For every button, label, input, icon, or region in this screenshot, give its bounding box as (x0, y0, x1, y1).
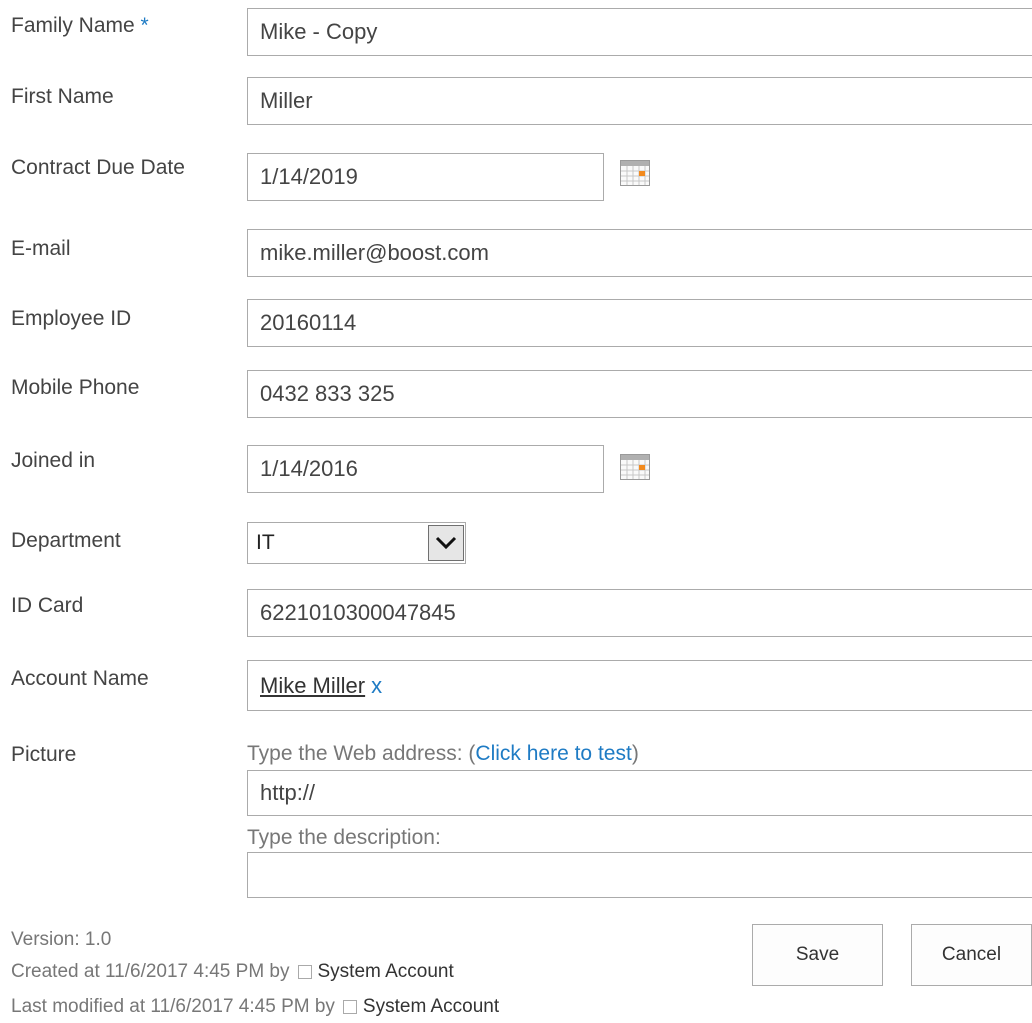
employee-id-input[interactable]: 20160114 (247, 299, 1032, 347)
picture-url-input[interactable]: http:// (247, 770, 1032, 816)
employee-id-value: 20160114 (260, 310, 357, 335)
first-name-input[interactable]: Miller (247, 77, 1032, 125)
picture-label: Picture (11, 743, 77, 766)
modified-text: Last modified at 11/6/2017 4:45 PM by (11, 996, 335, 1017)
resolved-user-link[interactable]: Mike Miller (260, 673, 365, 699)
family-name-input[interactable]: Mike - Copy (247, 8, 1032, 56)
modified-info: Last modified at 11/6/2017 4:45 PM by Sys… (11, 996, 499, 1018)
presence-checkbox-icon (342, 1000, 357, 1014)
created-text: Created at 11/6/2017 4:45 PM by (11, 961, 290, 982)
description-prompt: Type the description: (247, 826, 441, 849)
id-card-label: ID Card (11, 594, 84, 617)
mobile-phone-value: 0432 833 325 (260, 381, 395, 406)
email-label: E-mail (11, 237, 71, 260)
first-name-label: First Name (11, 85, 114, 108)
created-info: Created at 11/6/2017 4:45 PM by System Ac… (11, 961, 454, 983)
department-select[interactable]: IT (247, 522, 466, 564)
click-here-to-test-link[interactable]: Click here to test (475, 742, 631, 765)
mobile-phone-input[interactable]: 0432 833 325 (247, 370, 1032, 418)
joined-in-value: 1/14/2016 (260, 456, 358, 481)
department-label: Department (11, 529, 121, 552)
save-button[interactable]: Save (752, 924, 883, 986)
employee-id-label: Employee ID (11, 307, 132, 330)
department-selected-value: IT (256, 531, 275, 554)
calendar-icon[interactable] (620, 454, 650, 480)
family-name-label: Family Name * (11, 14, 149, 37)
mobile-phone-label: Mobile Phone (11, 376, 140, 399)
id-card-input[interactable]: 6221010300047845 (247, 589, 1032, 637)
first-name-value: Miller (260, 88, 313, 113)
remove-user-button[interactable]: x (371, 673, 382, 699)
id-card-value: 6221010300047845 (260, 600, 456, 625)
joined-in-input[interactable]: 1/14/2016 (247, 445, 604, 493)
calendar-icon[interactable] (620, 160, 650, 186)
family-name-value: Mike - Copy (260, 19, 378, 44)
joined-in-label: Joined in (11, 449, 96, 472)
created-by-account[interactable]: System Account (318, 961, 454, 983)
version-text: Version: 1.0 (11, 929, 112, 950)
account-name-label: Account Name (11, 667, 149, 690)
chevron-down-icon[interactable] (428, 525, 464, 561)
contract-due-date-value: 1/14/2019 (260, 164, 358, 189)
contract-due-date-label: Contract Due Date (11, 156, 185, 179)
modified-by-account[interactable]: System Account (363, 996, 499, 1018)
picture-url-value: http:// (260, 780, 316, 805)
contract-due-date-input[interactable]: 1/14/2019 (247, 153, 604, 201)
web-address-prompt: Type the Web address: (Click here to tes… (247, 742, 639, 765)
account-name-picker[interactable]: Mike Miller x (247, 660, 1032, 711)
cancel-button[interactable]: Cancel (911, 924, 1032, 986)
presence-checkbox-icon (297, 965, 312, 979)
picture-description-input[interactable] (247, 852, 1032, 898)
required-marker: * (140, 14, 149, 37)
email-input[interactable]: mike.miller@boost.com (247, 229, 1032, 277)
email-value: mike.miller@boost.com (260, 240, 489, 265)
